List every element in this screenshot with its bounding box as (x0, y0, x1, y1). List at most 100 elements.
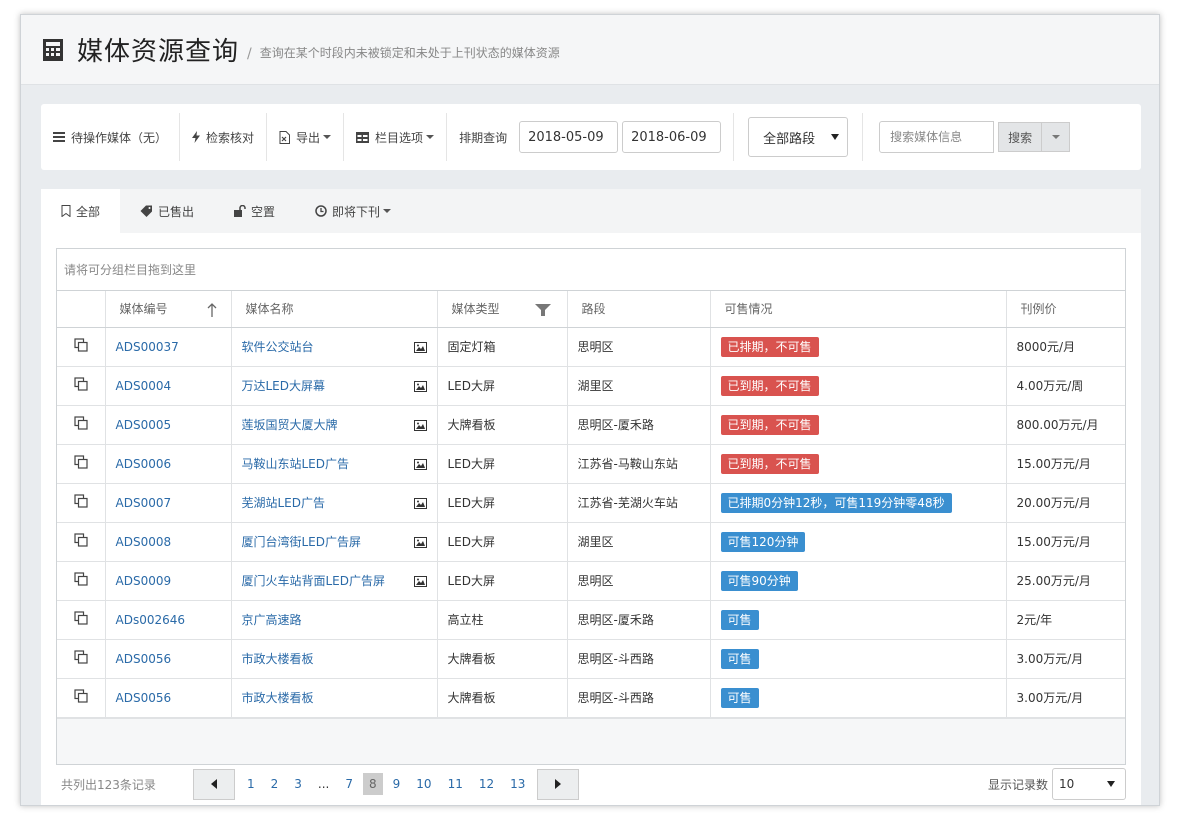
copy-row-cell[interactable] (57, 522, 106, 562)
media-name-link[interactable]: 马鞍山东站LED广告 (242, 457, 350, 471)
pending-media-button[interactable]: 待操作媒体（无） (41, 113, 181, 161)
media-id-link[interactable]: ADS0009 (116, 574, 172, 588)
table-row[interactable]: ADS0056 市政大楼看板 大牌看板 思明区-斗西路 可售 3.00万元/月 (57, 639, 1125, 679)
column-header-label: 媒体名称 (245, 302, 294, 317)
column-header-id[interactable]: 媒体编号 (105, 291, 232, 328)
table-row[interactable]: ADS0009 厦门火车站背面LED广告屏 LED大屏 思明区 可售90分钟 25.00万… (57, 561, 1125, 601)
page-number[interactable]: 3 (288, 773, 308, 795)
media-name-cell: 万达LED大屏幕 (231, 366, 438, 406)
page-number[interactable]: 11 (442, 773, 469, 795)
media-id-link[interactable]: ADs002646 (116, 613, 186, 627)
page-number[interactable]: 8 (363, 773, 383, 795)
group-drop-zone[interactable]: 请将可分组栏目拖到这里 (57, 249, 1125, 291)
page-list: 1 2 3... 7 8 9 10 11 12 13 (239, 773, 533, 795)
media-name-link[interactable]: 市政大楼看板 (242, 652, 314, 666)
image-icon[interactable] (413, 380, 427, 392)
tab-vacant[interactable]: 空置 (214, 189, 295, 233)
image-icon[interactable] (413, 536, 427, 548)
media-id-cell: ADS0005 (105, 405, 232, 445)
copy-row-cell[interactable] (57, 639, 106, 679)
image-icon[interactable] (413, 458, 427, 470)
search-button[interactable]: 搜索 (998, 122, 1043, 152)
media-name-link[interactable]: 厦门台湾街LED广告屏 (242, 535, 362, 549)
prev-page-button[interactable] (193, 768, 235, 800)
image-icon[interactable] (413, 497, 427, 509)
image-icon[interactable] (413, 419, 427, 431)
tab-sold[interactable]: 已售出 (120, 189, 214, 233)
tab-expiring[interactable]: 即将下刊 (295, 189, 411, 233)
road-cell: 江苏省-芜湖火车站 (567, 483, 711, 523)
image-icon[interactable] (413, 575, 427, 587)
media-name-link[interactable]: 厦门火车站背面LED广告屏 (242, 574, 386, 588)
column-header-type[interactable]: 媒体类型 (437, 291, 568, 328)
table-row[interactable]: ADS0005 莲坂国贸大厦大牌 大牌看板 思明区-厦禾路 已到期，不可售 800.00万… (57, 405, 1125, 445)
availability-cell: 已到期，不可售 (710, 444, 1007, 484)
copy-row-cell[interactable] (57, 444, 106, 484)
sort-ascending-icon[interactable] (207, 303, 217, 317)
media-name-link[interactable]: 莲坂国贸大厦大牌 (242, 418, 338, 432)
table-row[interactable]: ADS0007 芜湖站LED广告 LED大屏 江苏省-芜湖火车站 已排期0分钟12秒，可… (57, 483, 1125, 523)
column-header-price[interactable]: 刊例价 (1006, 291, 1125, 328)
table-row[interactable]: ADs002646 京广高速路 高立柱 思明区-厦禾路 可售 2元/年 (57, 600, 1125, 640)
table-row[interactable]: ADS0056 市政大楼看板 大牌看板 思明区-斗西路 可售 3.00万元/月 (57, 678, 1125, 718)
page-number[interactable]: 9 (387, 773, 407, 795)
caret-down-icon (383, 209, 392, 213)
road-cell: 思明区-厦禾路 (567, 600, 711, 640)
column-header-availability[interactable]: 可售情况 (710, 291, 1007, 328)
copy-row-cell[interactable] (57, 561, 106, 601)
media-id-link[interactable]: ADS0056 (116, 652, 172, 666)
page-number[interactable]: 13 (504, 773, 531, 795)
copy-row-cell[interactable] (57, 678, 106, 718)
media-id-link[interactable]: ADS0007 (116, 496, 172, 510)
search-options-dropdown[interactable] (1042, 122, 1071, 152)
media-id-link[interactable]: ADS0006 (116, 457, 172, 471)
copy-row-cell[interactable] (57, 600, 106, 640)
image-icon[interactable] (413, 341, 427, 353)
media-name-link[interactable]: 京广高速路 (242, 613, 302, 627)
status-badge: 已到期，不可售 (720, 453, 819, 474)
media-grid: 请将可分组栏目拖到这里 媒体编号 媒体名称 媒体类型 路段 可售情况 刊例价 A… (56, 248, 1126, 765)
media-name-link[interactable]: 市政大楼看板 (242, 691, 314, 705)
copy-row-cell[interactable] (57, 366, 106, 406)
table-row[interactable]: ADS00037 软件公交站台 固定灯箱 思明区 已排期，不可售 8000元/月 (57, 327, 1125, 367)
media-name-cell: 京广高速路 (231, 600, 438, 640)
availability-cell: 已到期，不可售 (710, 405, 1007, 445)
media-id-link[interactable]: ADS0005 (116, 418, 172, 432)
per-page-select[interactable]: 10 (1052, 768, 1126, 800)
table-row[interactable]: ADS0008 厦门台湾街LED广告屏 LED大屏 湖里区 可售120分钟 15.00万元… (57, 522, 1125, 562)
page-number[interactable]: 10 (410, 773, 437, 795)
pagination: 共列出123条记录 1 2 3... 7 8 9 10 11 12 13 显示记录数 10 (56, 767, 1126, 801)
next-page-button[interactable] (537, 768, 580, 800)
column-header-name[interactable]: 媒体名称 (231, 291, 438, 328)
tab-all-label: 全部 (76, 204, 101, 219)
date-from-input[interactable] (519, 121, 619, 153)
copy-row-cell[interactable] (57, 327, 106, 367)
route-select[interactable]: 全部路段 (748, 117, 849, 157)
page-number[interactable]: 2 (265, 773, 285, 795)
export-dropdown[interactable]: 导出 (267, 113, 345, 161)
media-id-link[interactable]: ADS0056 (116, 691, 172, 705)
filter-icon[interactable] (534, 304, 551, 316)
tab-all[interactable]: 全部 (41, 189, 121, 233)
media-name-link[interactable]: 万达LED大屏幕 (242, 379, 326, 393)
media-name-link[interactable]: 软件公交站台 (242, 340, 314, 354)
media-id-link[interactable]: ADS0004 (116, 379, 172, 393)
app-window: 媒体资源查询 / 查询在某个时段内未被锁定和未处于上刊状态的媒体资源 待操作媒体… (20, 14, 1160, 806)
media-type-cell: LED大屏 (437, 561, 568, 601)
table-row[interactable]: ADS0006 马鞍山东站LED广告 LED大屏 江苏省-马鞍山东站 已到期，不可售 15… (57, 444, 1125, 484)
search-input[interactable] (879, 121, 995, 153)
page-number[interactable]: 12 (473, 773, 500, 795)
column-header-road[interactable]: 路段 (567, 291, 711, 328)
copy-row-cell[interactable] (57, 483, 106, 523)
date-to-input[interactable] (622, 121, 722, 153)
media-id-link[interactable]: ADS0008 (116, 535, 172, 549)
media-id-link[interactable]: ADS00037 (116, 340, 179, 354)
table-row[interactable]: ADS0004 万达LED大屏幕 LED大屏 湖里区 已到期，不可售 4.00万元/周 (57, 366, 1125, 406)
columns-dropdown[interactable]: 栏目选项 (344, 113, 448, 161)
road-cell: 思明区 (567, 561, 711, 601)
check-button[interactable]: 检索核对 (180, 113, 268, 161)
copy-row-cell[interactable] (57, 405, 106, 445)
page-number[interactable]: 1 (241, 773, 261, 795)
page-number[interactable]: 7 (339, 773, 359, 795)
media-name-link[interactable]: 芜湖站LED广告 (242, 496, 326, 510)
